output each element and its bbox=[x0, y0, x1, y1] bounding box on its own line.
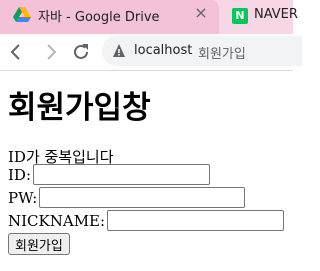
naver-icon: N bbox=[232, 8, 248, 24]
pw-input[interactable] bbox=[39, 187, 246, 208]
id-input[interactable] bbox=[33, 164, 211, 185]
tab-naver[interactable]: N NAVER bbox=[222, 0, 298, 34]
forward-arrow-icon[interactable] bbox=[38, 40, 62, 64]
back-arrow-icon[interactable] bbox=[5, 40, 29, 64]
tab-google-drive[interactable]: 자바 - Google Drive × bbox=[0, 0, 219, 34]
pw-label: PW: bbox=[8, 188, 38, 207]
address-bar[interactable]: localhost 회원가입 bbox=[102, 36, 302, 66]
url-page-title: 회원가입 bbox=[198, 47, 246, 62]
tab-strip: 자바 - Google Drive × N NAVER bbox=[0, 0, 298, 34]
browser-toolbar: localhost 회원가입 bbox=[0, 34, 302, 71]
id-row: ID: bbox=[8, 164, 211, 186]
nickname-row: NICKNAME: bbox=[8, 210, 285, 232]
id-label: ID: bbox=[8, 165, 32, 184]
url-host: localhost bbox=[134, 43, 193, 58]
reload-icon[interactable] bbox=[69, 40, 93, 64]
google-drive-icon bbox=[13, 7, 31, 22]
nickname-input[interactable] bbox=[107, 210, 285, 231]
signup-button[interactable]: 회원가입 bbox=[8, 233, 70, 255]
tab-close-icon[interactable]: × bbox=[191, 3, 211, 23]
tab-title: 자바 - Google Drive bbox=[38, 10, 160, 25]
pw-row: PW: bbox=[8, 187, 246, 209]
page-title: 회원가입창 bbox=[8, 90, 151, 126]
nickname-label: NICKNAME: bbox=[8, 211, 106, 230]
info-warning-icon[interactable] bbox=[112, 43, 126, 59]
tab-title: NAVER bbox=[254, 7, 298, 22]
